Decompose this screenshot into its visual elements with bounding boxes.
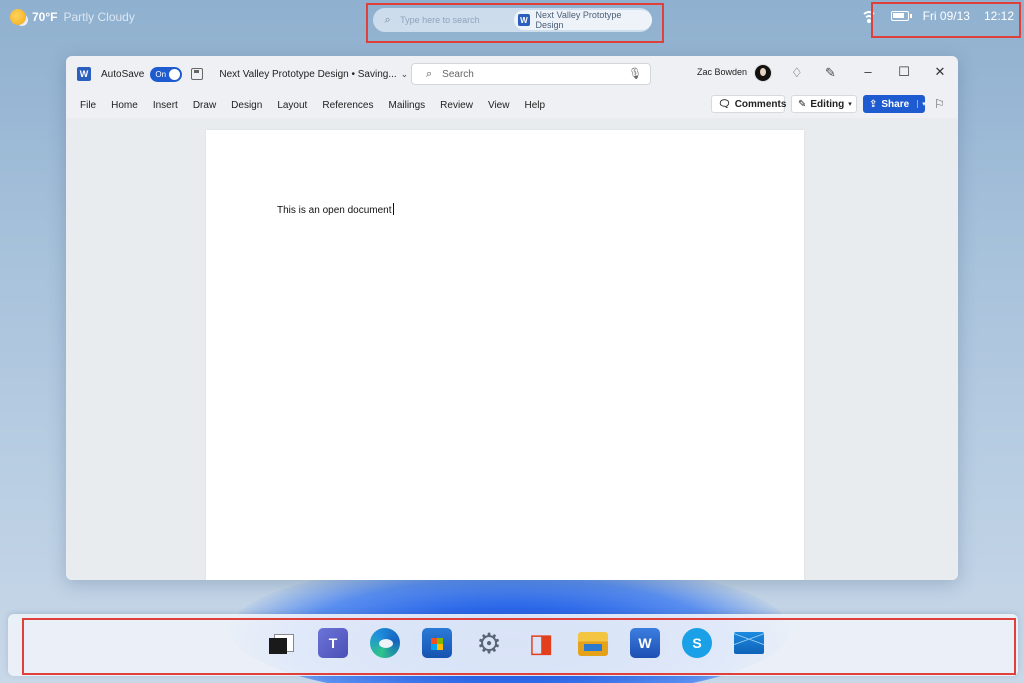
menu-view[interactable]: View (488, 100, 510, 111)
word-search-placeholder: Search (442, 68, 474, 80)
menu-insert[interactable]: Insert (153, 100, 178, 111)
store-icon[interactable] (422, 628, 452, 658)
comment-icon: 🗨 (718, 98, 731, 110)
mail-icon[interactable] (734, 632, 764, 654)
pencil-icon: ✎ (798, 98, 807, 110)
weather-widget[interactable]: 70°F Partly Cloudy (10, 9, 135, 25)
share-button[interactable]: ⇪ Share ▾ (863, 95, 926, 113)
document-canvas: This is an open document (66, 118, 958, 580)
battery-icon[interactable] (890, 11, 912, 21)
avatar[interactable] (754, 64, 772, 82)
text-caret (392, 203, 394, 215)
coauthor-icon[interactable]: ⚐ (934, 97, 945, 111)
search-icon: ⌕ (426, 67, 433, 80)
microphone-icon[interactable]: 🎙 (628, 67, 642, 80)
weather-condition: Partly Cloudy (63, 10, 135, 24)
share-icon: ⇪ (869, 98, 878, 110)
menu-mailings[interactable]: Mailings (388, 100, 425, 111)
save-icon[interactable] (191, 68, 204, 80)
comments-label: Comments (734, 98, 787, 110)
document-title[interactable]: Next Valley Prototype Design • Saving... (219, 69, 396, 80)
system-tray[interactable]: Fri 09/13 12:12 (860, 9, 1014, 23)
teams-icon[interactable]: T (318, 628, 348, 658)
wifi-icon[interactable] (860, 9, 877, 23)
menu-references[interactable]: References (322, 100, 373, 111)
chevron-down-icon[interactable]: ⌄ (401, 69, 409, 80)
document-body[interactable]: This is an open document (277, 203, 394, 216)
title-bar: W AutoSave On Next Valley Prototype Desi… (66, 56, 958, 92)
word-window: W AutoSave On Next Valley Prototype Desi… (66, 56, 958, 580)
word-search-box[interactable]: ⌕ Search 🎙 (411, 63, 651, 85)
autosave-state: On (155, 69, 167, 79)
share-label: Share (881, 98, 910, 110)
comments-button[interactable]: 🗨 Comments (711, 95, 787, 113)
user-name[interactable]: Zac Bowden (697, 67, 747, 77)
minimize-icon[interactable]: – (858, 64, 878, 79)
tray-time[interactable]: 12:12 (984, 9, 1014, 23)
close-icon[interactable]: ✕ (930, 64, 950, 80)
menu-layout[interactable]: Layout (277, 100, 307, 111)
pen-icon[interactable]: ✎ (825, 65, 836, 81)
menu-help[interactable]: Help (524, 100, 545, 111)
partly-cloudy-icon (10, 9, 26, 25)
start-icon[interactable] (216, 628, 244, 656)
word-icon[interactable]: W (630, 628, 660, 658)
menu-design[interactable]: Design (231, 100, 262, 111)
ribbon-menu: File Home Insert Draw Design Layout Refe… (66, 92, 958, 118)
taskbar: T ⚙ ◨ W S (8, 614, 1018, 676)
diamond-icon[interactable]: ♢ (791, 65, 803, 81)
share-dropdown-icon[interactable]: ▾ (917, 100, 926, 108)
maximize-icon[interactable]: ☐ (894, 64, 914, 80)
skype-icon[interactable]: S (682, 628, 712, 658)
search-placeholder: Type here to search (400, 15, 480, 25)
editing-button[interactable]: ✎ Editing ▾ (791, 95, 857, 113)
document-page[interactable]: This is an open document (206, 130, 804, 580)
search-icon: ⌕ (384, 13, 391, 26)
task-view-icon[interactable] (266, 628, 296, 658)
tray-date[interactable]: Fri 09/13 (923, 9, 970, 23)
office-icon[interactable]: ◨ (526, 628, 556, 658)
chevron-down-icon: ▾ (848, 101, 852, 108)
menu-home[interactable]: Home (111, 100, 138, 111)
menu-review[interactable]: Review (440, 100, 473, 111)
edge-icon[interactable] (370, 628, 400, 658)
autosave-toggle[interactable]: On (150, 66, 183, 82)
settings-icon[interactable]: ⚙ (474, 628, 504, 659)
document-text: This is an open document (277, 205, 392, 216)
autosave-label: AutoSave (101, 68, 145, 80)
file-explorer-icon[interactable] (578, 632, 608, 656)
menu-file[interactable]: File (80, 100, 96, 111)
active-document-name: Next Valley Prototype Design (535, 10, 622, 30)
active-document-chip[interactable]: W Next Valley Prototype Design (514, 10, 652, 30)
word-app-icon: W (77, 67, 91, 81)
weather-temperature: 70°F (32, 10, 58, 24)
taskbar-search-pill[interactable]: ⌕ Type here to search W Next Valley Prot… (373, 8, 652, 32)
menu-draw[interactable]: Draw (193, 100, 216, 111)
editing-label: Editing (810, 98, 845, 110)
word-icon: W (518, 14, 530, 26)
